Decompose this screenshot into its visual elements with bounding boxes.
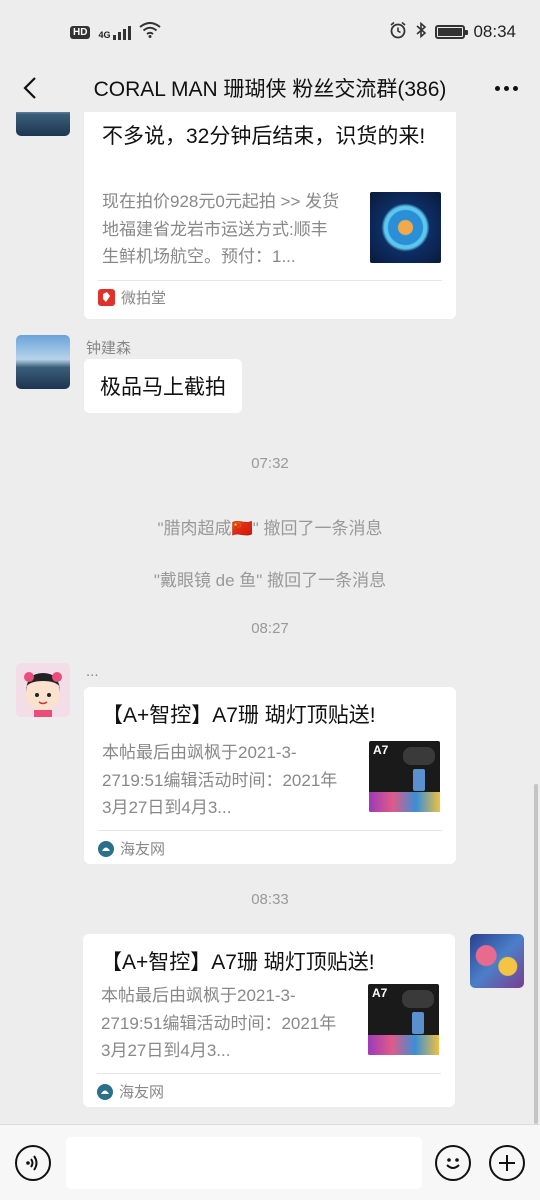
input-bar bbox=[0, 1124, 540, 1200]
coral-thumbnail bbox=[370, 192, 441, 263]
signal-icon: 4G bbox=[98, 24, 132, 40]
timestamp: 08:33 bbox=[251, 891, 289, 908]
timestamp: 08:27 bbox=[251, 620, 289, 637]
card-title: 【A+智控】A7珊 瑚灯顶贴送! bbox=[102, 704, 376, 727]
network-type: 4G bbox=[98, 30, 111, 40]
link-card-weipaitang[interactable]: 不多说，32分钟后结束，识货的来! 现在拍价928元0元起拍 >> 发货地福建省… bbox=[84, 112, 456, 319]
avatar[interactable] bbox=[16, 335, 70, 389]
card-source: 海友网 bbox=[98, 838, 165, 859]
card-title: 【A+智控】A7珊 瑚灯顶贴送! bbox=[101, 951, 375, 974]
group-title: CORAL MAN 珊瑚侠 粉丝交流群(386) bbox=[93, 78, 447, 101]
scrollbar[interactable] bbox=[534, 784, 538, 1124]
sender-name: ... bbox=[86, 663, 99, 680]
voice-button[interactable] bbox=[15, 1145, 51, 1181]
cartoon-girl-icon bbox=[24, 672, 62, 717]
haiyouwang-logo-icon bbox=[98, 840, 114, 857]
avatar[interactable] bbox=[16, 112, 70, 136]
avatar[interactable] bbox=[16, 663, 70, 717]
smiley-icon bbox=[446, 1158, 460, 1169]
link-card-haiyouwang[interactable]: 【A+智控】A7珊 瑚灯顶贴送! 本帖最后由飒枫于2021-3-2719:51编… bbox=[84, 687, 456, 864]
card-description: 现在拍价928元0元起拍 >> 发货地福建省龙岩市运送方式:顺丰生鲜机场航空。预… bbox=[102, 192, 340, 266]
message-list[interactable]: 不多说，32分钟后结束，识货的来! 现在拍价928元0元起拍 >> 发货地福建省… bbox=[0, 112, 540, 1124]
clock: 08:34 bbox=[473, 22, 516, 41]
emoji-button[interactable] bbox=[435, 1145, 471, 1181]
timestamp: 07:32 bbox=[251, 455, 289, 472]
card-title: 不多说，32分钟后结束，识货的来! bbox=[102, 125, 426, 148]
avatar[interactable] bbox=[470, 934, 524, 988]
thumb-label: A7 bbox=[372, 986, 388, 1000]
card-source: 海友网 bbox=[97, 1081, 164, 1102]
more-dots-icon bbox=[494, 85, 500, 91]
back-button[interactable] bbox=[14, 72, 46, 104]
status-left: HD 4G bbox=[70, 21, 162, 43]
message-input[interactable] bbox=[66, 1137, 422, 1189]
hd-badge: HD bbox=[70, 25, 91, 39]
chat-header: CORAL MAN 珊瑚侠 粉丝交流群(386) bbox=[0, 64, 540, 112]
alarm-icon bbox=[389, 21, 407, 44]
battery-icon bbox=[435, 25, 469, 39]
bluetooth-icon bbox=[415, 21, 427, 44]
more-actions-button[interactable] bbox=[489, 1145, 525, 1181]
chat-screen: HD 4G 08:34 CORAL MAN 珊瑚侠 粉丝交流群(386) 不多说… bbox=[0, 0, 540, 1200]
chevron-left-icon bbox=[23, 77, 36, 99]
card-source-label: 海友网 bbox=[120, 841, 166, 858]
thumb-label: A7 bbox=[373, 743, 389, 757]
card-source-label: 微拍堂 bbox=[121, 290, 167, 307]
wifi-icon bbox=[139, 21, 162, 43]
haiyouwang-logo-icon bbox=[97, 1083, 113, 1100]
card-description: 本帖最后由飒枫于2021-3-2719:51编辑活动时间：2021年3月27日到… bbox=[102, 743, 338, 817]
text-bubble[interactable]: 极品马上截拍 bbox=[84, 359, 242, 413]
card-divider bbox=[98, 280, 442, 281]
a7-light-thumbnail: A7 bbox=[369, 741, 440, 812]
recall-notice: "戴眼镜 de 鱼" 撤回了一条消息 bbox=[153, 571, 387, 590]
status-right: 08:34 bbox=[389, 21, 516, 44]
card-source-label: 海友网 bbox=[119, 1084, 165, 1101]
voice-icon bbox=[26, 1155, 38, 1171]
recall-notice: "腊肉超咸🇨🇳" 撤回了一条消息 bbox=[157, 519, 383, 538]
more-button[interactable] bbox=[490, 72, 522, 104]
card-description: 本帖最后由飒枫于2021-3-2719:51编辑活动时间：2021年3月27日到… bbox=[101, 986, 337, 1060]
card-source: 微拍堂 bbox=[98, 287, 166, 308]
link-card-haiyouwang[interactable]: 【A+智控】A7珊 瑚灯顶贴送! 本帖最后由飒枫于2021-3-2719:51编… bbox=[83, 934, 455, 1107]
status-bar: HD 4G 08:34 bbox=[0, 0, 540, 64]
plus-icon bbox=[499, 1155, 515, 1171]
card-divider bbox=[97, 1073, 441, 1074]
card-divider bbox=[98, 830, 442, 831]
a7-light-thumbnail: A7 bbox=[368, 984, 439, 1055]
weipaitang-logo-icon bbox=[98, 289, 115, 306]
sender-name: 钟建森 bbox=[86, 340, 132, 357]
